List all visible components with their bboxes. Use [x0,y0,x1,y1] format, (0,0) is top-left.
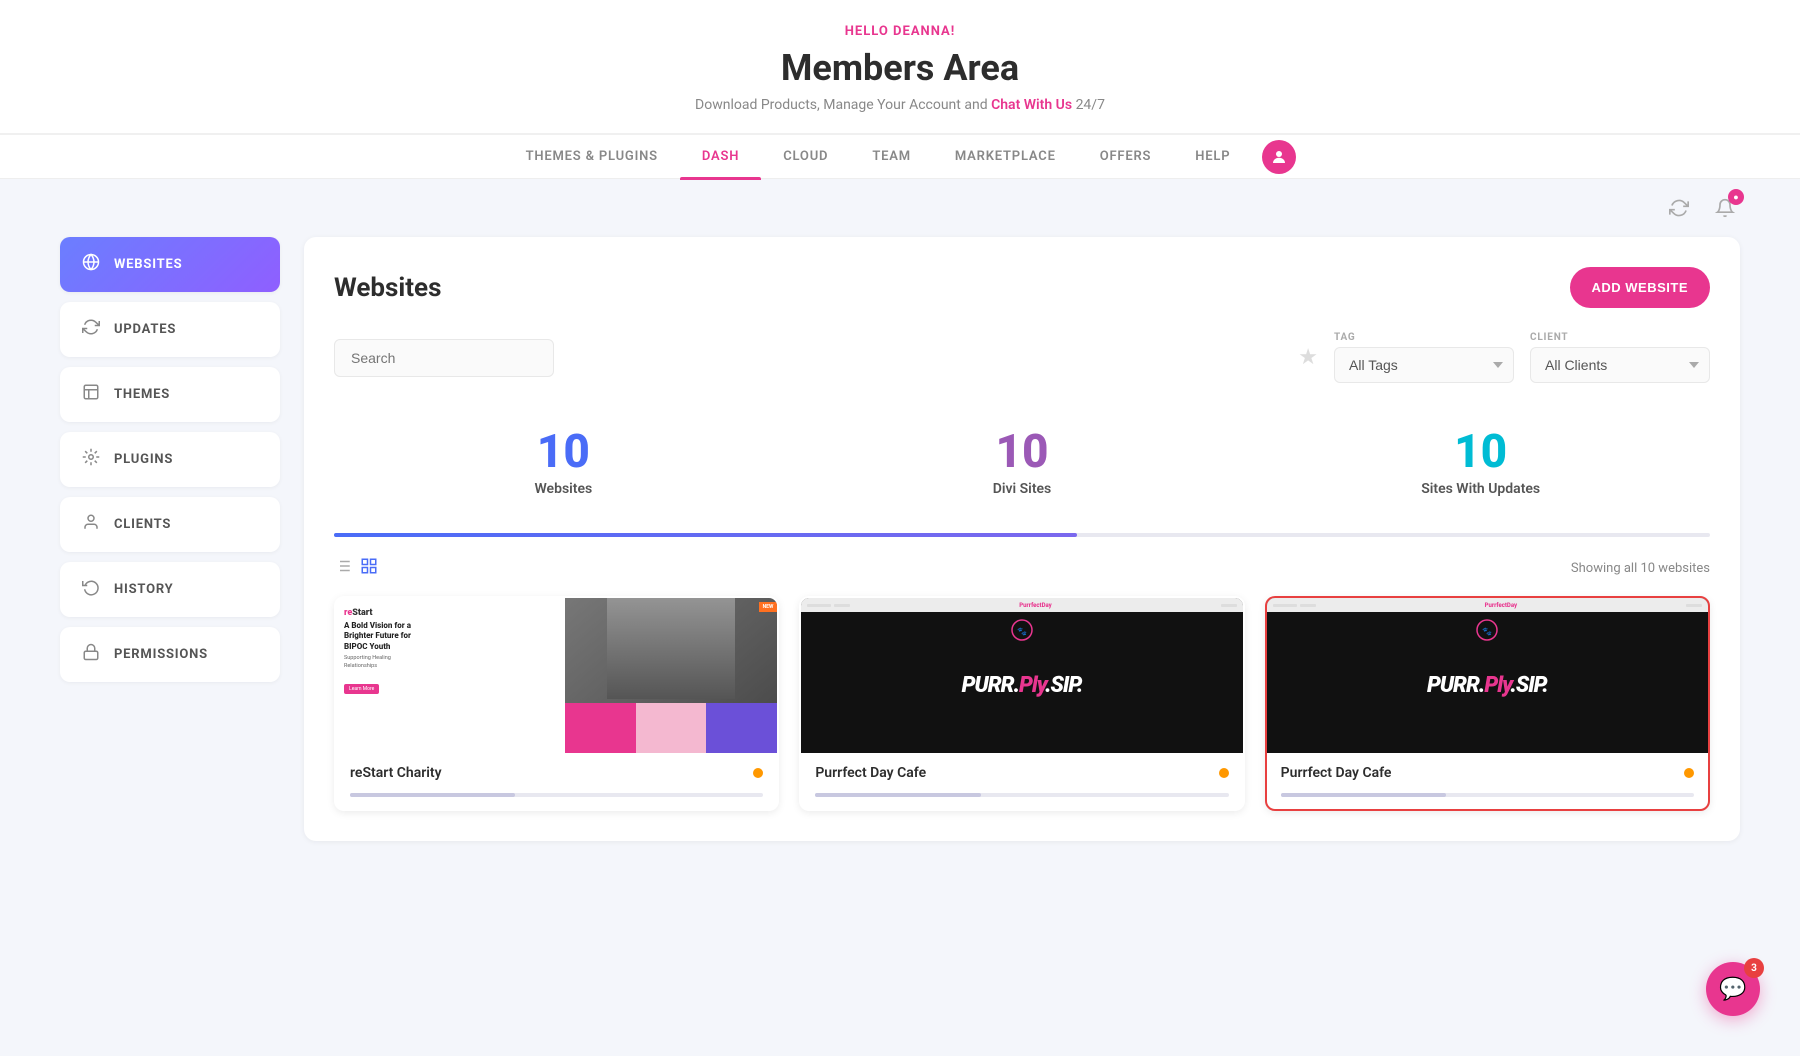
card-status-dot-purr1 [1219,768,1229,778]
chat-link[interactable]: Chat With Us [991,97,1072,113]
grid-view-icon[interactable] [360,557,378,580]
tab-offers[interactable]: OFFERS [1078,135,1174,178]
client-filter-group: CLIENT All Clients [1530,332,1710,383]
sidebar-label-history: HISTORY [114,582,174,597]
sidebar-item-permissions[interactable]: PERMISSIONS [60,627,280,682]
sidebar-item-themes[interactable]: THEMES [60,367,280,422]
stat-divi: 10 Divi Sites [793,413,1252,513]
hello-text: HELLO DEANNA! [0,24,1800,39]
sidebar: WEBSITES UPDATES THEMES PLUGINS CLIENTS [60,237,280,841]
notification-button[interactable]: ● [1710,193,1740,223]
card-image-purr2: PurrfectDay 🐾 PURR.Ply.SIP. [1267,598,1708,753]
card-bar-purr2 [1281,793,1694,797]
list-view-icon[interactable] [334,557,352,580]
stat-updates-label: Sites With Updates [1251,481,1710,497]
sidebar-label-websites: WEBSITES [114,257,182,272]
card-footer-purr2: Purrfect Day Cafe [1267,753,1708,793]
top-header: HELLO DEANNA! Members Area Download Prod… [0,0,1800,179]
card-image-restart: reStart A Bold Vision for aBrighter Futu… [336,598,777,753]
purr-text-2: PURR.Ply.SIP. [1427,673,1548,698]
sidebar-item-websites[interactable]: WEBSITES [60,237,280,292]
filters-row: ★ TAG All Tags CLIENT All Clients [334,332,1710,383]
card-bar-purr1 [815,793,1228,797]
stats-row: 10 Websites 10 Divi Sites 10 Sites With … [334,413,1710,513]
tag-filter-group: TAG All Tags [1334,332,1514,383]
tag-select[interactable]: All Tags [1334,347,1514,383]
content-header: Websites ADD WEBSITE [334,267,1710,308]
stat-websites: 10 Websites [334,413,793,513]
user-avatar[interactable] [1262,140,1296,174]
card-purrfect-1[interactable]: PurrfectDay 🐾 PURR.Ply.SIP. Purrfect [799,596,1244,811]
subtitle-text: Download Products, Manage Your Account a… [695,97,988,113]
card-name-purr1: Purrfect Day Cafe [815,765,926,781]
stat-divi-number: 10 [793,429,1252,475]
card-purrfect-2[interactable]: PurrfectDay 🐾 PURR.Ply.SIP. Purrfect [1265,596,1710,811]
notification-badge: ● [1728,189,1744,205]
card-image-purr1: PurrfectDay 🐾 PURR.Ply.SIP. [801,598,1242,753]
sidebar-item-plugins[interactable]: PLUGINS [60,432,280,487]
progress-bar-fill [334,533,1077,537]
sidebar-label-plugins: PLUGINS [114,452,173,467]
tag-label: TAG [1334,332,1514,343]
refresh-button[interactable] [1664,193,1694,223]
client-select[interactable]: All Clients [1530,347,1710,383]
search-input[interactable] [334,339,554,377]
updates-icon [80,318,102,341]
grid-header: Showing all 10 websites [334,557,1710,580]
tab-themes-plugins[interactable]: THEMES & PLUGINS [504,135,680,178]
card-footer-restart: reStart Charity [336,753,777,793]
content-area: Websites ADD WEBSITE ★ TAG All Tags CLIE… [304,237,1740,841]
stat-updates-number: 10 [1251,429,1710,475]
sidebar-label-themes: THEMES [114,387,170,402]
svg-text:🐾: 🐾 [1017,627,1027,636]
content-title: Websites [334,273,441,303]
client-label: CLIENT [1530,332,1710,343]
chat-icon: 💬 [1719,977,1746,1002]
permissions-icon [80,643,102,666]
websites-icon [80,253,102,276]
chat-bubble[interactable]: 💬 3 [1706,962,1760,1016]
sidebar-label-permissions: PERMISSIONS [114,647,208,662]
tab-team[interactable]: TEAM [850,135,933,178]
progress-bar [334,533,1710,537]
card-name-restart: reStart Charity [350,765,442,781]
page-title: Members Area [0,47,1800,89]
clients-icon [80,513,102,536]
sidebar-item-history[interactable]: HISTORY [60,562,280,617]
plugins-icon [80,448,102,471]
stat-updates: 10 Sites With Updates [1251,413,1710,513]
stat-divi-label: Divi Sites [793,481,1252,497]
stat-websites-label: Websites [334,481,793,497]
main-layout: WEBSITES UPDATES THEMES PLUGINS CLIENTS [0,237,1800,881]
tab-marketplace[interactable]: MARKETPLACE [933,135,1078,178]
view-toggle [334,557,378,580]
card-status-dot-purr2 [1684,768,1694,778]
tab-cloud[interactable]: CLOUD [761,135,850,178]
tab-help[interactable]: HELP [1173,135,1252,178]
stat-websites-number: 10 [334,429,793,475]
purr-text-1: PURR.Ply.SIP. [962,673,1083,698]
history-icon [80,578,102,601]
chat-badge: 3 [1744,958,1764,978]
sidebar-label-updates: UPDATES [114,322,176,337]
card-name-purr2: Purrfect Day Cafe [1281,765,1392,781]
card-footer-purr1: Purrfect Day Cafe [801,753,1242,793]
svg-text:🐾: 🐾 [1482,627,1492,636]
themes-icon [80,383,102,406]
favorite-filter[interactable]: ★ [1298,345,1318,370]
card-restart-charity[interactable]: reStart A Bold Vision for aBrighter Futu… [334,596,779,811]
tab-dash[interactable]: DASH [680,135,761,178]
nav-tabs: THEMES & PLUGINS DASH CLOUD TEAM MARKETP… [0,133,1800,178]
card-status-dot [753,768,763,778]
subtitle-suffix: 24/7 [1076,97,1105,113]
showing-count: Showing all 10 websites [1571,561,1710,576]
sidebar-item-updates[interactable]: UPDATES [60,302,280,357]
add-website-button[interactable]: ADD WEBSITE [1570,267,1711,308]
sidebar-label-clients: CLIENTS [114,517,171,532]
subtitle: Download Products, Manage Your Account a… [0,97,1800,113]
cards-grid: reStart A Bold Vision for aBrighter Futu… [334,596,1710,811]
sidebar-item-clients[interactable]: CLIENTS [60,497,280,552]
toolbar: ● [0,179,1800,237]
card-bar-restart [350,793,763,797]
